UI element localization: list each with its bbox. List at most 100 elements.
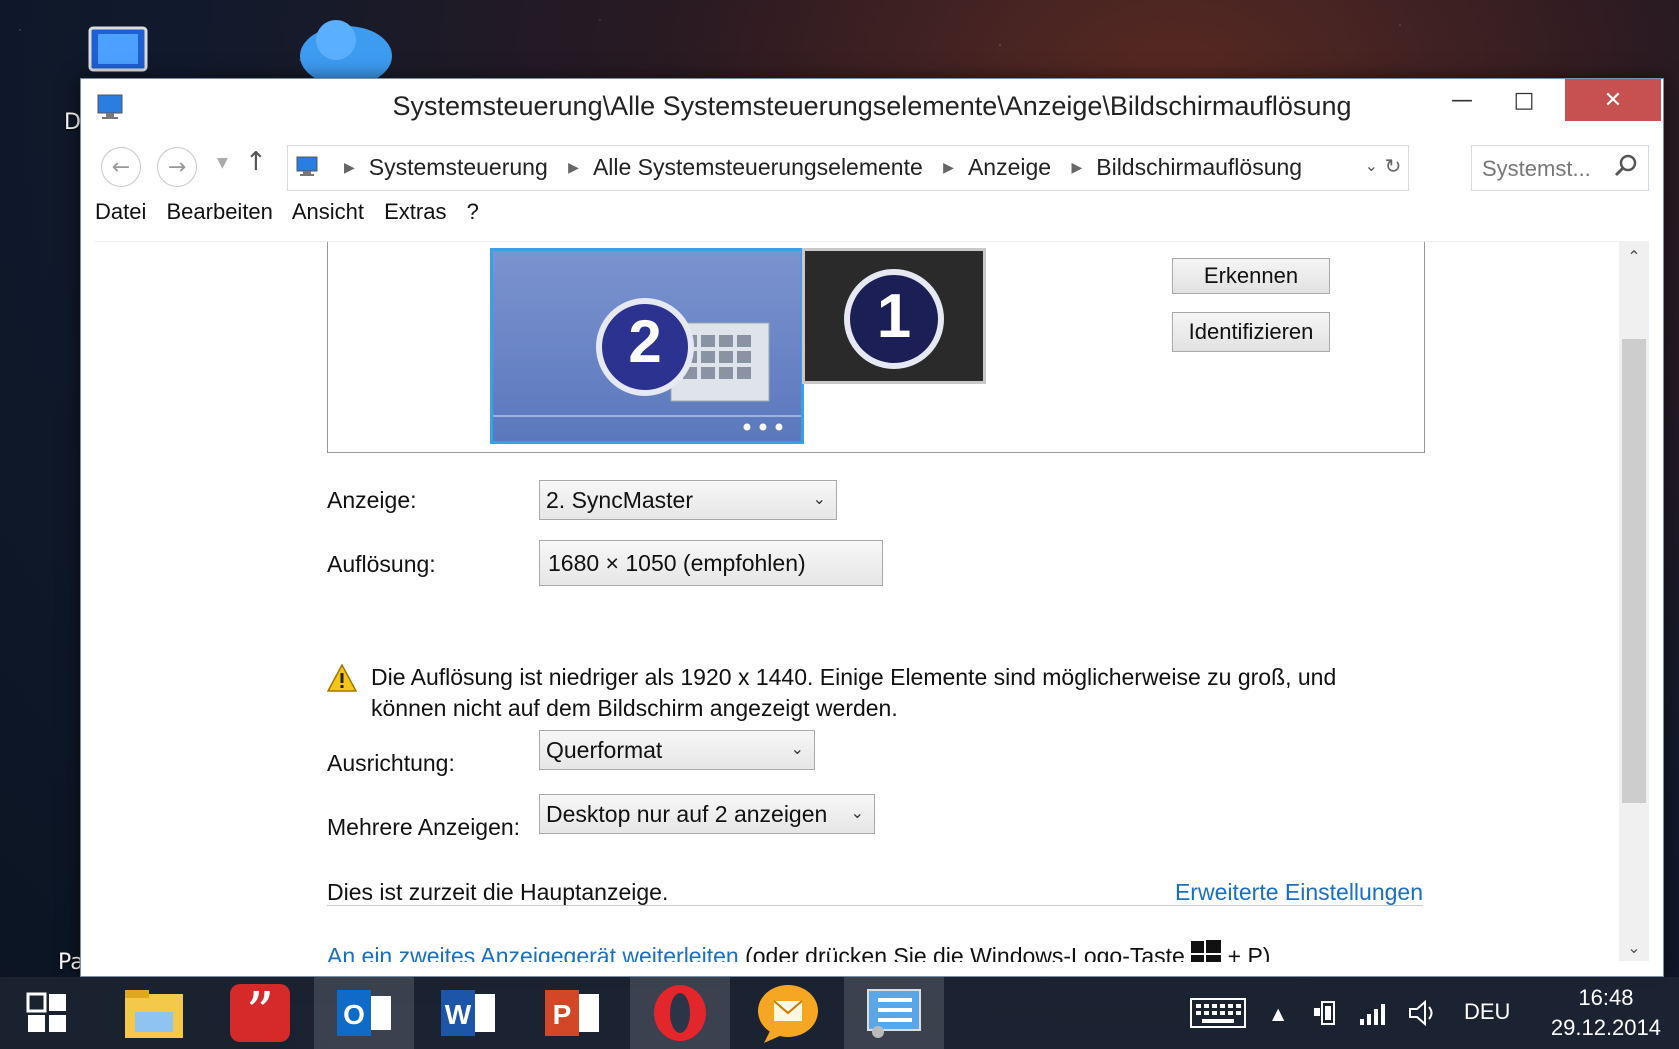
menu-item-help[interactable]: ?: [467, 199, 479, 224]
resolution-select[interactable]: 1680 × 1050 (empfohlen): [539, 540, 883, 586]
taskbar-control-panel[interactable]: [844, 977, 944, 1049]
computer-desktop-icon[interactable]: [68, 24, 158, 84]
breadcrumb-item-bildschirmaufloesung[interactable]: Bildschirmauflösung: [1096, 154, 1302, 180]
display-label: Anzeige:: [327, 487, 417, 513]
address-bar: ← → ▼ ↑ ▶ Systemsteuerung ▶ Alle Systemste…: [95, 145, 1649, 193]
taskbar-outlook[interactable]: O: [314, 977, 414, 1049]
menu-item-datei[interactable]: Datei: [95, 199, 146, 224]
close-button[interactable]: ✕: [1565, 79, 1661, 121]
search-input[interactable]: Systemst...: [1471, 145, 1649, 191]
taskbar-word[interactable]: W: [418, 977, 518, 1049]
menu-item-extras[interactable]: Extras: [384, 199, 446, 224]
chevron-down-icon: ⌄: [812, 491, 826, 508]
keyboard-icon[interactable]: [1190, 998, 1246, 1028]
menu-bar: Datei Bearbeiten Ansicht Extras ?: [95, 199, 493, 241]
maximize-button[interactable]: □: [1493, 79, 1555, 121]
resolution-select-value: 1680 × 1050 (empfohlen): [548, 550, 806, 576]
system-tray: [1190, 977, 1246, 1049]
chevron-down-icon[interactable]: ⌄: [1365, 156, 1378, 175]
chevron-down-icon: ⌄: [850, 805, 864, 822]
refresh-icon[interactable]: ↻: [1380, 154, 1406, 178]
search-placeholder: Systemst...: [1482, 156, 1591, 181]
orientation-label: Ausrichtung:: [327, 750, 455, 776]
power-icon[interactable]: [1312, 977, 1342, 1049]
opera-icon: [654, 985, 706, 1041]
powerpoint-icon: P: [545, 990, 599, 1036]
show-hidden-icons-button[interactable]: ▲: [1272, 977, 1284, 1049]
desktop-icon-label: D: [64, 110, 81, 135]
project-hint-text: (oder drücken Sie die Windows-Logo-Taste: [745, 943, 1185, 962]
clock-time: 16:48: [1578, 985, 1634, 1010]
outlook-icon: O: [337, 990, 391, 1036]
vertical-scrollbar[interactable]: ⌃ ⌄: [1619, 241, 1649, 961]
settings-content: 2 1 Erkennen Identifizieren Anzeige: 2. …: [95, 241, 1629, 962]
main-display-text: Dies ist zurzeit die Hauptanzeige.: [327, 879, 669, 905]
project-hint-shortcut: + P): [1227, 943, 1271, 962]
project-row: An ein zweites Anzeigegerät weiterleiten…: [327, 940, 1270, 962]
scroll-thumb[interactable]: [1622, 339, 1646, 803]
orientation-select-value: Querformat: [546, 737, 663, 763]
chevron-right-icon: ▶: [568, 159, 579, 175]
control-panel-icon: [296, 156, 318, 176]
clock-date: 29.12.2014: [1550, 1015, 1661, 1040]
chevron-right-icon: ▶: [1071, 159, 1083, 175]
project-display-link[interactable]: An ein zweites Anzeigegerät weiterleiten: [327, 943, 739, 962]
word-icon: W: [441, 990, 495, 1036]
scroll-down-icon[interactable]: ⌄: [1619, 938, 1649, 957]
clock[interactable]: 16:48 29.12.2014: [1551, 983, 1661, 1043]
taskbar-mail-app[interactable]: [738, 977, 838, 1049]
warning-text: Die Auflösung ist niedriger als 1920 x 1…: [371, 664, 1337, 721]
breadcrumb-item-anzeige[interactable]: Anzeige: [968, 154, 1051, 180]
svg-text:W: W: [445, 999, 472, 1030]
breadcrumb[interactable]: ▶ Systemsteuerung ▶ Alle Systemsteuerungse…: [287, 145, 1409, 191]
multiple-displays-select[interactable]: Desktop nur auf 2 anzeigen ⌄: [539, 794, 875, 834]
search-icon[interactable]: [1614, 154, 1638, 178]
control-panel-app-icon: [867, 989, 921, 1038]
up-button[interactable]: ↑: [245, 147, 267, 177]
minimize-button[interactable]: —: [1431, 79, 1493, 121]
resolution-label: Auflösung:: [327, 551, 436, 577]
taskbar: ” O W P ▲ DEU 16:48 29.12.2014: [0, 977, 1679, 1049]
recent-locations-dropdown-icon[interactable]: ▼: [217, 155, 228, 171]
taskbar-powerpoint[interactable]: P: [522, 977, 622, 1049]
scroll-up-icon[interactable]: ⌃: [1619, 247, 1649, 266]
monitor-2[interactable]: 2: [490, 248, 804, 444]
windows-logo-icon: [1191, 940, 1222, 962]
detect-button[interactable]: Erkennen: [1172, 258, 1330, 294]
monitor-2-number: 2: [628, 308, 662, 375]
cloud-desktop-icon[interactable]: [296, 16, 396, 86]
mail-bubble-icon: [758, 985, 818, 1043]
title-bar[interactable]: Systemsteuerung\Alle Systemsteuerungsele…: [81, 79, 1663, 137]
display-select-value: 2. SyncMaster: [546, 487, 693, 513]
divider: [327, 905, 1423, 906]
orientation-select[interactable]: Querformat ⌄: [539, 730, 815, 770]
window-title: Systemsteuerung\Alle Systemsteuerungsele…: [392, 91, 1352, 121]
identify-button[interactable]: Identifizieren: [1172, 312, 1330, 352]
volume-icon[interactable]: [1408, 977, 1438, 1049]
svg-text:”: ”: [246, 984, 275, 1042]
start-button[interactable]: [0, 977, 94, 1049]
menu-item-ansicht[interactable]: Ansicht: [292, 199, 364, 224]
breadcrumb-item-systemsteuerung[interactable]: Systemsteuerung: [369, 154, 548, 180]
taskbar-explorer[interactable]: [104, 977, 204, 1049]
monitor-1[interactable]: 1: [802, 248, 986, 384]
monitor-arrangement-panel: 2 1 Erkennen Identifizieren: [327, 242, 1425, 453]
language-indicator[interactable]: DEU: [1464, 999, 1510, 1025]
chevron-right-icon: ▶: [344, 159, 355, 175]
forward-button[interactable]: →: [157, 147, 197, 187]
start-icon: [26, 992, 66, 1032]
menu-item-bearbeiten[interactable]: Bearbeiten: [166, 199, 272, 224]
network-signal-icon[interactable]: [1358, 977, 1390, 1049]
folder-icon: [125, 990, 183, 1038]
svg-text:O: O: [343, 999, 365, 1030]
display-select[interactable]: 2. SyncMaster ⌄: [539, 480, 837, 520]
svg-text:P: P: [553, 999, 572, 1030]
taskbar-quotes-app[interactable]: ”: [210, 977, 310, 1049]
taskbar-opera[interactable]: [630, 977, 730, 1049]
back-button[interactable]: ←: [101, 147, 141, 187]
monitor-1-number: 1: [876, 282, 912, 351]
warning-icon: [327, 664, 357, 692]
breadcrumb-item-alle[interactable]: Alle Systemsteuerungselemente: [593, 154, 923, 180]
advanced-settings-link[interactable]: Erweiterte Einstellungen: [1175, 879, 1423, 906]
breadcrumb-items: ▶ Systemsteuerung ▶ Alle Systemsteuerungse…: [330, 154, 1302, 181]
